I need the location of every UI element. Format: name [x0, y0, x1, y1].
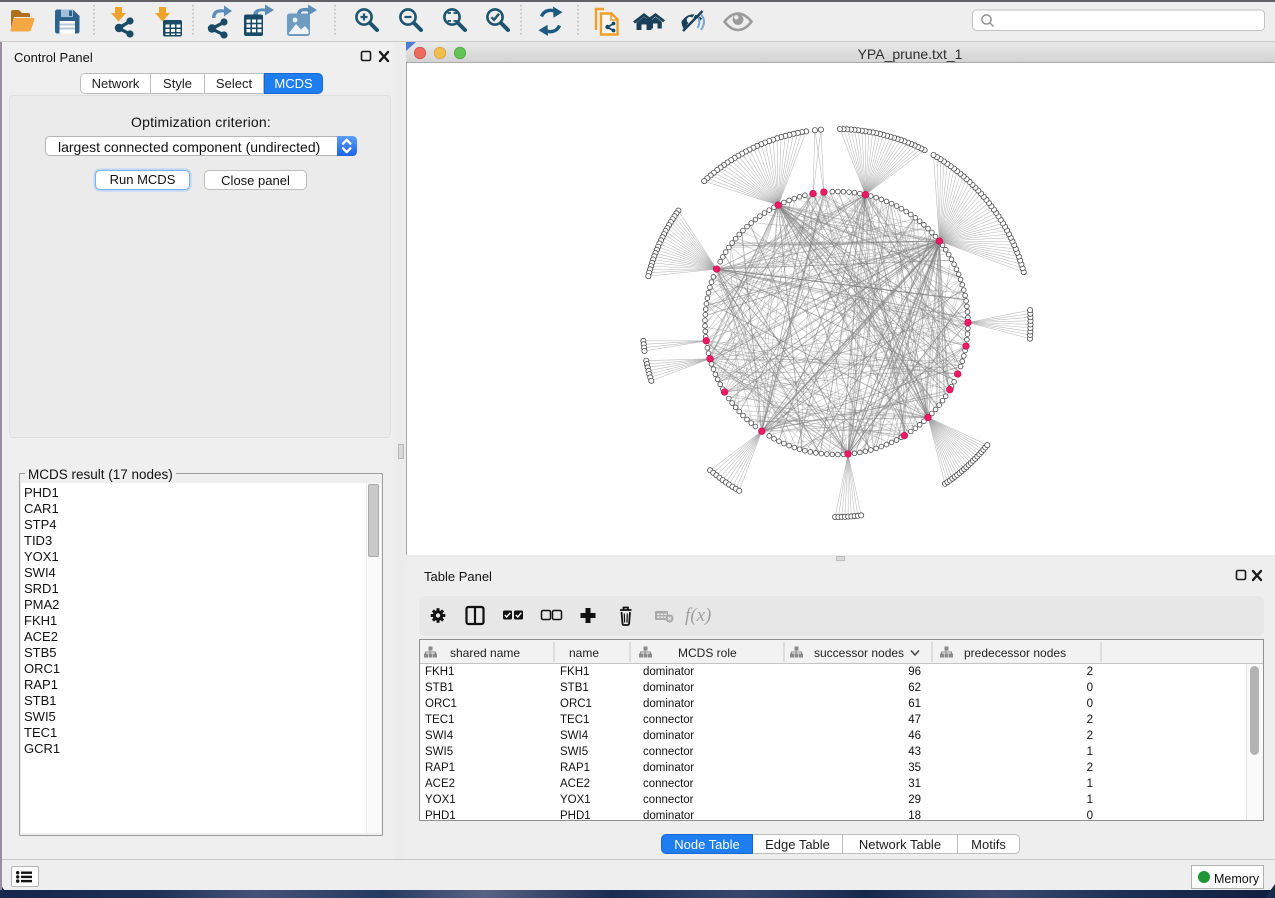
- svg-text:f(x): f(x): [685, 605, 711, 626]
